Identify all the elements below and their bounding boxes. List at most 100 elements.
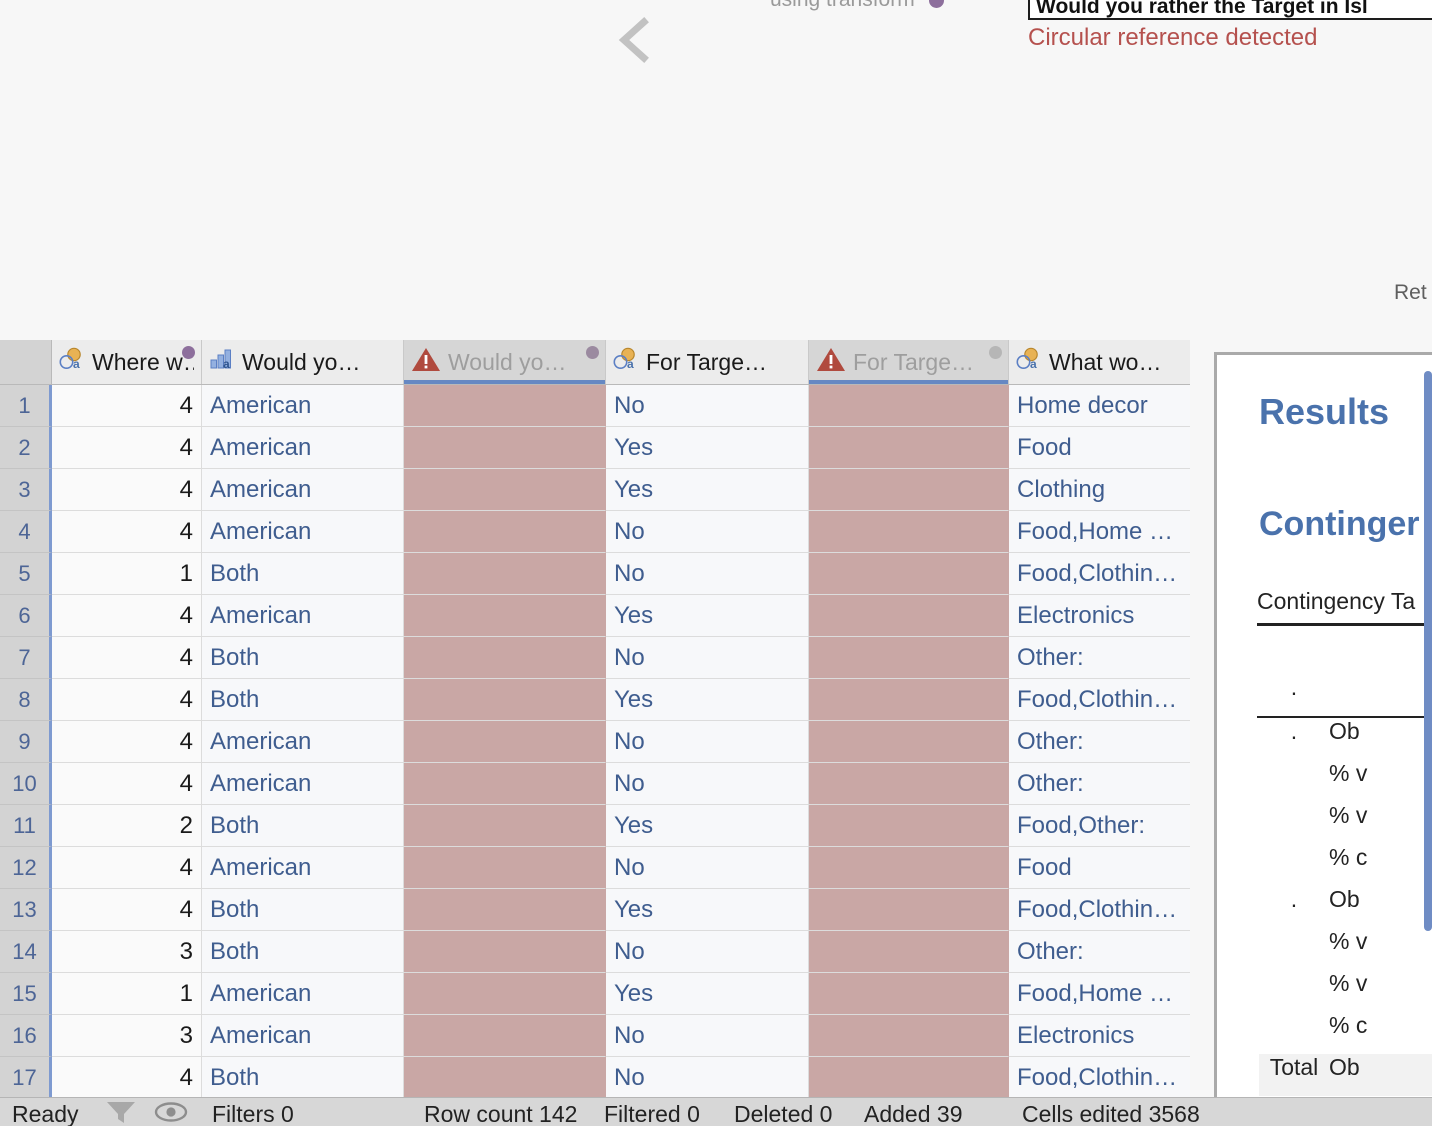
table-cell[interactable]	[404, 931, 606, 973]
table-cell[interactable]: No	[606, 931, 809, 973]
table-cell[interactable]: Food,Clothin…	[1009, 553, 1190, 595]
table-cell[interactable]	[809, 931, 1009, 973]
table-cell[interactable]: 4	[52, 721, 202, 763]
table-cell[interactable]	[809, 721, 1009, 763]
table-row[interactable]: 3 4 American Yes Clothing	[0, 469, 1190, 511]
table-cell[interactable]: 1	[52, 553, 202, 595]
column-header-would-yo-1[interactable]: a Would yo…	[202, 340, 404, 384]
row-number[interactable]: 14	[0, 931, 52, 973]
table-cell[interactable]	[809, 385, 1009, 427]
table-cell[interactable]: No	[606, 553, 809, 595]
table-cell[interactable]: Food,Home …	[1009, 973, 1190, 1015]
table-cell[interactable]: Food,Home …	[1009, 511, 1190, 553]
table-cell[interactable]: Both	[202, 889, 404, 931]
table-cell[interactable]	[404, 427, 606, 469]
table-cell[interactable]: 4	[52, 595, 202, 637]
column-header-for-targe-2[interactable]: For Targe…	[809, 340, 1009, 384]
row-number[interactable]: 4	[0, 511, 52, 553]
row-number[interactable]: 3	[0, 469, 52, 511]
table-row[interactable]: 12 4 American No Food	[0, 847, 1190, 889]
table-cell[interactable]: 1	[52, 973, 202, 1015]
table-cell[interactable]: Other:	[1009, 763, 1190, 805]
table-cell[interactable]: 2	[52, 805, 202, 847]
table-cell[interactable]: 4	[52, 427, 202, 469]
table-cell[interactable]	[809, 973, 1009, 1015]
table-row[interactable]: 8 4 Both Yes Food,Clothin…	[0, 679, 1190, 721]
data-grid[interactable]: a Where w… a Would yo…	[0, 340, 1190, 1097]
table-cell[interactable]	[404, 721, 606, 763]
table-cell[interactable]: 4	[52, 637, 202, 679]
table-cell[interactable]	[809, 1057, 1009, 1097]
row-number[interactable]: 13	[0, 889, 52, 931]
chevron-left-icon[interactable]	[614, 16, 658, 64]
row-number[interactable]: 11	[0, 805, 52, 847]
table-cell[interactable]: Yes	[606, 805, 809, 847]
table-cell[interactable]	[404, 805, 606, 847]
table-cell[interactable]: Other:	[1009, 721, 1190, 763]
table-cell[interactable]	[404, 1057, 606, 1097]
table-row[interactable]: 15 1 American Yes Food,Home …	[0, 973, 1190, 1015]
table-cell[interactable]: Other:	[1009, 637, 1190, 679]
table-cell[interactable]: 4	[52, 511, 202, 553]
row-number[interactable]: 7	[0, 637, 52, 679]
table-cell[interactable]	[809, 511, 1009, 553]
table-cell[interactable]: American	[202, 511, 404, 553]
table-cell[interactable]: American	[202, 427, 404, 469]
table-row[interactable]: 5 1 Both No Food,Clothin…	[0, 553, 1190, 595]
row-number[interactable]: 9	[0, 721, 52, 763]
table-cell[interactable]: 4	[52, 385, 202, 427]
table-cell[interactable]: American	[202, 847, 404, 889]
table-cell[interactable]: No	[606, 847, 809, 889]
column-header-would-yo-2[interactable]: Would yo…	[404, 340, 606, 384]
table-cell[interactable]: Electronics	[1009, 1015, 1190, 1057]
table-cell[interactable]: No	[606, 1057, 809, 1097]
table-cell[interactable]: Food	[1009, 427, 1190, 469]
table-cell[interactable]: 4	[52, 889, 202, 931]
table-cell[interactable]: Yes	[606, 889, 809, 931]
row-number[interactable]: 16	[0, 1015, 52, 1057]
table-cell[interactable]: No	[606, 763, 809, 805]
row-number[interactable]: 15	[0, 973, 52, 1015]
row-number[interactable]: 8	[0, 679, 52, 721]
table-cell[interactable]: Food,Other:	[1009, 805, 1190, 847]
table-cell[interactable]: 3	[52, 1015, 202, 1057]
filter-funnel-icon[interactable]	[104, 1099, 138, 1126]
table-cell[interactable]: Both	[202, 1057, 404, 1097]
table-cell[interactable]	[809, 847, 1009, 889]
table-cell[interactable]: 4	[52, 847, 202, 889]
table-row[interactable]: 10 4 American No Other:	[0, 763, 1190, 805]
table-cell[interactable]	[404, 847, 606, 889]
table-cell[interactable]	[809, 679, 1009, 721]
table-cell[interactable]: Clothing	[1009, 469, 1190, 511]
table-cell[interactable]: No	[606, 511, 809, 553]
table-cell[interactable]: Yes	[606, 595, 809, 637]
table-row[interactable]: 6 4 American Yes Electronics	[0, 595, 1190, 637]
table-cell[interactable]	[404, 553, 606, 595]
table-row[interactable]: 7 4 Both No Other:	[0, 637, 1190, 679]
table-cell[interactable]: Food,Clothin…	[1009, 679, 1190, 721]
table-cell[interactable]: American	[202, 763, 404, 805]
row-number[interactable]: 10	[0, 763, 52, 805]
table-row[interactable]: 9 4 American No Other:	[0, 721, 1190, 763]
table-cell[interactable]	[809, 553, 1009, 595]
row-number[interactable]: 2	[0, 427, 52, 469]
table-cell[interactable]: No	[606, 385, 809, 427]
table-cell[interactable]	[809, 427, 1009, 469]
column-header-what-wo[interactable]: a What wo…	[1009, 340, 1190, 384]
table-cell[interactable]	[809, 889, 1009, 931]
reset-link[interactable]: Ret	[1394, 281, 1427, 305]
table-cell[interactable]	[404, 1015, 606, 1057]
table-cell[interactable]	[809, 637, 1009, 679]
column-header-where-w[interactable]: a Where w…	[52, 340, 202, 384]
table-cell[interactable]: American	[202, 721, 404, 763]
table-cell[interactable]: 3	[52, 931, 202, 973]
table-cell[interactable]	[404, 637, 606, 679]
table-cell[interactable]: Both	[202, 805, 404, 847]
results-vertical-scrollbar[interactable]	[1424, 371, 1432, 931]
table-cell[interactable]: American	[202, 595, 404, 637]
row-number[interactable]: 6	[0, 595, 52, 637]
table-cell[interactable]: American	[202, 1015, 404, 1057]
table-cell[interactable]: Yes	[606, 973, 809, 1015]
table-cell[interactable]: Yes	[606, 427, 809, 469]
table-cell[interactable]: Both	[202, 679, 404, 721]
